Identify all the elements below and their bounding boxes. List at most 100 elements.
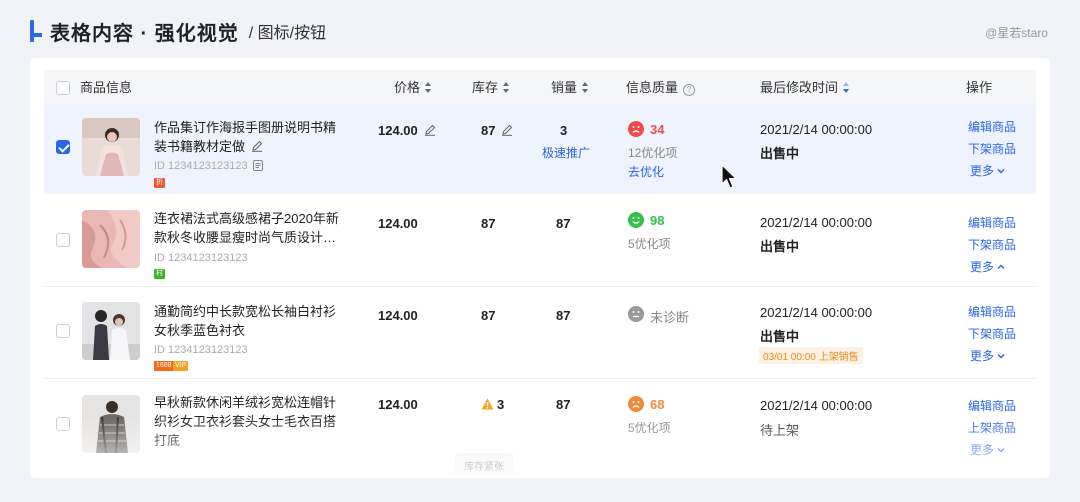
unlist-product-link[interactable]: 下架商品 — [968, 325, 1016, 342]
column-sales-label: 销量 — [551, 80, 578, 95]
1688-tag: 1688 — [154, 361, 174, 371]
sort-icon — [582, 82, 589, 93]
chevron-down-icon — [997, 169, 1005, 174]
optimize-count: 12优化项 — [628, 146, 678, 160]
sales-value: 87 — [556, 397, 571, 412]
edit-icon[interactable] — [251, 140, 263, 152]
edit-product-link[interactable]: 编辑商品 — [968, 214, 1016, 231]
more-actions-toggle[interactable]: 更多 — [970, 258, 1005, 275]
product-id: ID 1234123123123 — [154, 252, 248, 264]
column-stock-sort[interactable]: 库存 — [472, 70, 510, 106]
price-value: 124.00 — [378, 123, 418, 138]
status-text: 出售中 — [760, 329, 800, 344]
product-id-text: ID 1234123123123 — [154, 160, 248, 172]
status-text: 待上架 — [760, 423, 800, 438]
edit-stock-icon[interactable] — [501, 124, 513, 136]
table-header: 商品信息 价格 库存 销量 信息质量? 最后修改时间 操作 — [44, 70, 1036, 106]
table-row: 作品集订作海报手图册说明书精装书籍教材定做 ID 1234123123123 折… — [44, 104, 1036, 194]
source-tag: 村 — [154, 269, 165, 279]
edit-product-link[interactable]: 编辑商品 — [968, 397, 1016, 414]
edit-price-icon[interactable] — [424, 124, 436, 136]
row-checkbox[interactable] — [56, 417, 70, 431]
status-text: 出售中 — [760, 146, 800, 161]
help-icon[interactable]: ? — [683, 84, 696, 96]
column-modified-label: 最后修改时间 — [760, 80, 839, 95]
product-name-text: 作品集订作海报手图册说明书精装书籍教材定做 — [154, 120, 337, 154]
logo-mark — [30, 20, 42, 42]
price-value: 124.00 — [378, 216, 418, 231]
copy-icon[interactable] — [252, 160, 263, 171]
go-optimize-link[interactable]: 去优化 — [628, 163, 664, 180]
more-label: 更多 — [970, 164, 995, 178]
scheduled-listing-tag: 03/01 00:00 上架销售 — [759, 347, 863, 364]
author-watermark: @星若staro — [985, 26, 1048, 40]
page-subtitle: / 图标/按钮 — [248, 25, 327, 42]
chevron-up-icon — [997, 264, 1005, 269]
price-cell: 124.00 — [378, 123, 436, 138]
edit-product-link[interactable]: 编辑商品 — [968, 118, 1016, 135]
price-value: 124.00 — [378, 397, 418, 412]
happy-face-icon — [628, 212, 644, 228]
modified-time: 2021/2/14 00:00:00 — [760, 215, 873, 230]
optimize-count: 5优化项 — [628, 421, 671, 435]
modified-time: 2021/2/14 00:00:00 — [760, 398, 873, 413]
more-label: 更多 — [970, 260, 995, 274]
quality-score: 98 — [650, 213, 665, 228]
column-quality-label: 信息质量 — [626, 80, 679, 95]
more-actions-toggle[interactable]: 更多 — [970, 441, 1005, 458]
stock-value: 3 — [497, 397, 505, 412]
row-checkbox[interactable] — [56, 233, 70, 247]
product-name: 早秋新款休闲羊绒衫宽松连帽针织衫女卫衣衫套头女士毛衣百搭打底 — [154, 395, 337, 448]
product-thumbnail[interactable] — [82, 118, 140, 176]
stock-value: 87 — [481, 308, 496, 323]
sort-desc-icon — [843, 82, 850, 93]
product-name: 作品集订作海报手图册说明书精装书籍教材定做 — [154, 118, 344, 156]
status-text: 出售中 — [760, 239, 800, 254]
column-actions: 操作 — [966, 80, 993, 95]
row-checkbox[interactable] — [56, 324, 70, 338]
unlist-product-link[interactable]: 下架商品 — [968, 140, 1016, 157]
mouse-cursor-icon — [721, 164, 737, 189]
edit-product-link[interactable]: 编辑商品 — [968, 303, 1016, 320]
chevron-down-icon — [997, 354, 1005, 359]
more-label: 更多 — [970, 443, 995, 457]
select-all-checkbox[interactable] — [56, 81, 70, 95]
sales-value: 3 — [560, 123, 568, 138]
column-price-sort[interactable]: 价格 — [394, 70, 432, 106]
page-header: 表格内容 · 强化视觉 / 图标/按钮 — [30, 14, 326, 48]
neutral-face-icon — [628, 306, 644, 322]
quality-score: 34 — [650, 122, 665, 137]
more-actions-toggle[interactable]: 更多 — [970, 162, 1005, 179]
quality-score: 68 — [650, 397, 665, 412]
row-checkbox[interactable] — [56, 140, 70, 154]
column-sales-sort[interactable]: 销量 — [551, 70, 589, 106]
vip-tag: VIP — [173, 361, 189, 371]
boost-promotion-link[interactable]: 极速推广 — [542, 144, 590, 161]
sales-value: 87 — [556, 216, 571, 231]
more-actions-toggle[interactable]: 更多 — [970, 347, 1005, 364]
product-name: 通勤简约中长款宽松长袖白衬衫女秋季蓝色衬衣 — [154, 304, 337, 338]
product-id: ID 1234123123123 — [154, 344, 248, 356]
column-quality: 信息质量? — [626, 70, 696, 106]
product-id: ID 1234123123123 — [154, 160, 263, 172]
product-table-card: 商品信息 价格 库存 销量 信息质量? 最后修改时间 操作 作品集订作海报手图册… — [30, 58, 1050, 478]
product-thumbnail[interactable] — [82, 210, 140, 268]
sort-icon — [425, 82, 432, 93]
column-stock-label: 库存 — [472, 80, 499, 95]
sort-icon — [503, 82, 510, 93]
table-row: 连衣裙法式高级感裙子2020年新款秋冬收腰显瘦时尚气质设计… ID 123412… — [44, 195, 1036, 287]
product-thumbnail[interactable] — [82, 302, 140, 360]
table-row: 早秋新款休闲羊绒衫宽松连帽针织衫女卫衣衫套头女士毛衣百搭打底 124.00 3 … — [44, 379, 1036, 478]
optimize-count: 5优化项 — [628, 237, 671, 251]
modified-time: 2021/2/14 00:00:00 — [760, 305, 873, 320]
modified-time: 2021/2/14 00:00:00 — [760, 122, 873, 137]
unlist-product-link[interactable]: 下架商品 — [968, 236, 1016, 253]
column-modified-sort[interactable]: 最后修改时间 — [760, 70, 850, 106]
sales-value: 87 — [556, 308, 571, 323]
not-diagnosed-text: 未诊断 — [650, 310, 690, 325]
low-stock-tooltip: 库存紧张 — [455, 453, 513, 478]
stock-value: 87 — [481, 216, 496, 231]
product-thumbnail[interactable] — [82, 395, 140, 453]
list-product-link[interactable]: 上架商品 — [968, 419, 1016, 436]
page-title: 表格内容 · 强化视觉 — [50, 22, 239, 45]
